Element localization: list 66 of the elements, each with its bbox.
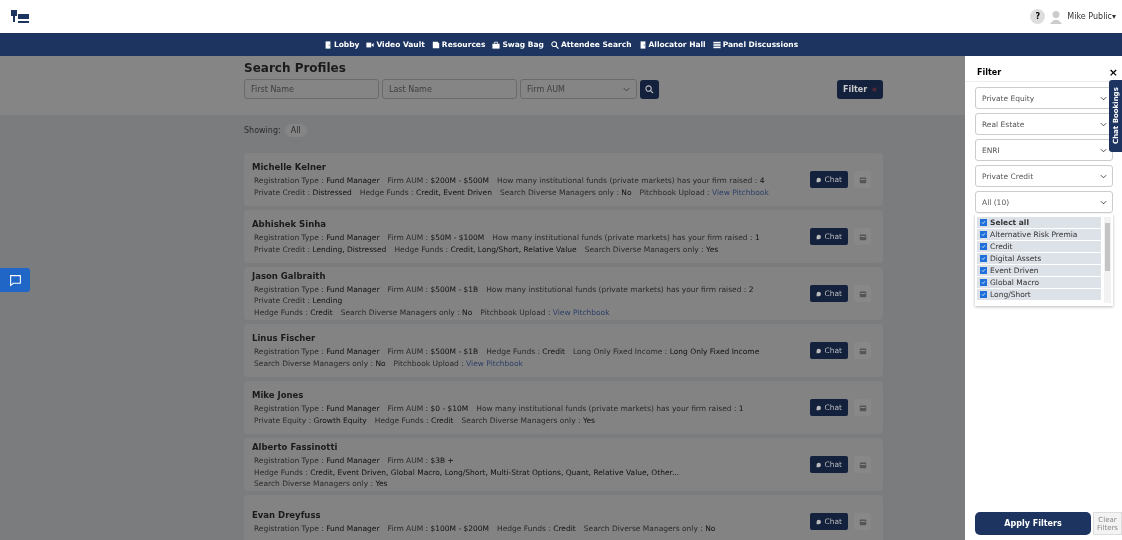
filter-title: Filter (977, 68, 1002, 77)
profile-name: Evan Dreyfuss (252, 510, 322, 520)
chat-icon (816, 460, 822, 469)
calendar-button[interactable] (854, 456, 871, 473)
logo-icon[interactable] (10, 8, 30, 25)
checkbox[interactable] (980, 219, 987, 226)
calendar-icon (858, 232, 867, 241)
profile-name: Alberto Fassinotti (252, 441, 339, 452)
chat-icon (816, 232, 822, 241)
checkbox[interactable] (980, 243, 987, 250)
chevron-down-icon (1100, 199, 1107, 205)
user-avatar-icon[interactable] (1049, 9, 1064, 24)
profile-name: Abhishek Sinha (252, 219, 327, 229)
chat-icon (816, 289, 822, 298)
chat-icon (816, 175, 822, 184)
chat-icon (816, 346, 822, 355)
search-icon (645, 84, 654, 94)
last-name-field[interactable]: Last Name (382, 79, 517, 99)
user-menu[interactable]: Mike Public▾ (1067, 12, 1116, 21)
video-camera-icon (366, 40, 375, 49)
checkbox[interactable] (980, 267, 987, 274)
checkbox[interactable] (980, 279, 987, 286)
document-icon (431, 40, 440, 49)
chat-bubble-button[interactable] (0, 268, 30, 292)
chevron-down-icon (1100, 173, 1107, 179)
search-button[interactable] (640, 79, 659, 99)
scrollbar[interactable] (1104, 217, 1111, 303)
list-icon (712, 40, 721, 49)
door-icon (638, 40, 647, 49)
chevron-down-icon (1100, 147, 1107, 153)
calendar-button[interactable] (854, 513, 871, 530)
apply-filters-button[interactable]: Apply Filters (975, 512, 1091, 535)
calendar-button[interactable] (854, 399, 871, 416)
calendar-button[interactable] (854, 285, 871, 302)
chevron-down-icon (1100, 95, 1107, 101)
calendar-button[interactable] (854, 171, 871, 188)
calendar-icon (858, 403, 867, 412)
calendar-icon (858, 460, 867, 469)
speech-bubble-icon (8, 273, 22, 287)
calendar-button[interactable] (854, 342, 871, 359)
showing-chip[interactable]: All (284, 123, 307, 137)
checkbox[interactable] (980, 231, 987, 238)
first-name-field[interactable]: First Name (244, 79, 379, 99)
door-icon (323, 40, 332, 49)
bag-icon (492, 40, 501, 49)
profile-name: Jason Galbraith (252, 270, 327, 281)
search-icon (550, 40, 559, 49)
filter-button[interactable]: Filter (837, 79, 883, 99)
close-button[interactable]: × (1108, 66, 1118, 79)
calendar-button[interactable] (854, 228, 871, 245)
page-title: Search Profiles (244, 61, 347, 75)
chevron-down-icon (623, 86, 630, 92)
calendar-icon (858, 175, 867, 184)
calendar-icon (858, 346, 867, 355)
showing-label: Showing: (244, 125, 281, 135)
profile-name: Linus Fischer (252, 333, 317, 343)
chat-icon (816, 403, 822, 412)
calendar-icon (858, 517, 867, 526)
help-button[interactable]: ? (1030, 9, 1046, 24)
chevron-down-icon (1100, 121, 1107, 127)
profile-name: Mike Jones (252, 390, 305, 400)
checkbox[interactable] (980, 255, 987, 262)
checkbox[interactable] (980, 291, 987, 298)
profile-name: Michelle Kelner (252, 162, 327, 172)
chat-icon (816, 517, 822, 526)
calendar-icon (858, 289, 867, 298)
